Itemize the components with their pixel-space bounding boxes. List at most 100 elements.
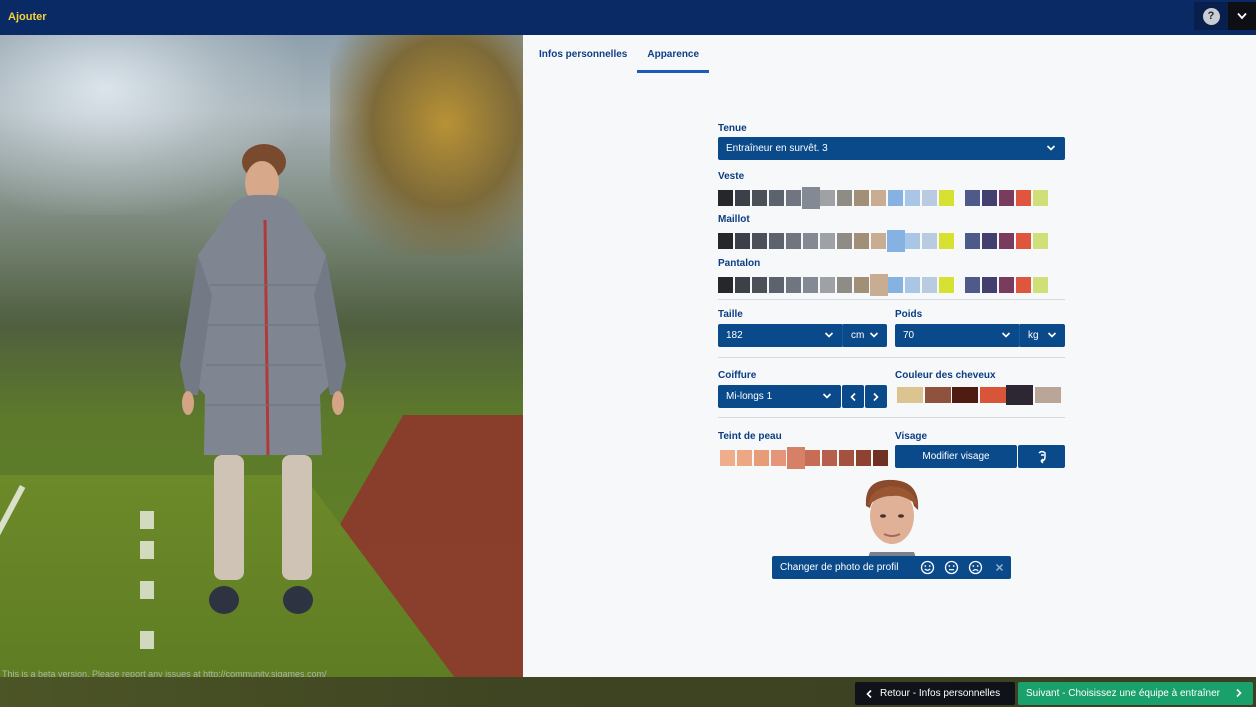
color-swatch[interactable] [982, 277, 997, 293]
help-button[interactable]: ? [1194, 2, 1228, 30]
color-swatch[interactable] [887, 230, 905, 252]
back-button[interactable]: Retour - Infos personnelles [855, 682, 1015, 705]
color-swatch[interactable] [982, 233, 997, 249]
color-swatch[interactable] [1033, 277, 1048, 293]
color-swatch[interactable] [802, 187, 820, 209]
color-swatch[interactable] [1016, 190, 1031, 206]
color-swatch[interactable] [718, 233, 733, 249]
divider [718, 417, 1065, 418]
color-swatch[interactable] [1016, 233, 1031, 249]
color-swatch[interactable] [769, 233, 784, 249]
height-unit-dropdown[interactable]: cm [842, 324, 887, 347]
color-swatch[interactable] [897, 387, 923, 403]
color-swatch[interactable] [924, 387, 951, 403]
color-swatch[interactable] [805, 450, 820, 466]
color-swatch[interactable] [769, 277, 784, 293]
color-swatch[interactable] [820, 233, 835, 249]
color-swatch[interactable] [720, 450, 735, 466]
hairstyle-next-button[interactable] [865, 385, 887, 408]
color-swatch[interactable] [786, 277, 801, 293]
color-swatch[interactable] [786, 233, 801, 249]
color-swatch[interactable] [737, 450, 752, 466]
color-swatch[interactable] [854, 190, 869, 206]
chevron-left-icon [866, 689, 872, 698]
color-swatch[interactable] [735, 233, 750, 249]
color-swatch[interactable] [999, 233, 1014, 249]
color-swatch[interactable] [922, 190, 937, 206]
color-swatch[interactable] [905, 190, 920, 206]
color-swatch[interactable] [820, 190, 835, 206]
color-swatch[interactable] [822, 450, 837, 466]
weight-unit-dropdown[interactable]: kg [1019, 324, 1065, 347]
color-swatch[interactable] [754, 450, 769, 466]
color-swatch[interactable] [1034, 387, 1061, 403]
help-icon: ? [1202, 7, 1220, 25]
color-swatch[interactable] [837, 190, 852, 206]
color-swatch[interactable] [752, 277, 767, 293]
color-swatch[interactable] [837, 277, 852, 293]
color-swatch[interactable] [718, 190, 733, 206]
color-swatch[interactable] [803, 233, 818, 249]
color-swatch[interactable] [965, 190, 980, 206]
color-swatch[interactable] [999, 190, 1014, 206]
color-swatch[interactable] [752, 190, 767, 206]
color-swatch[interactable] [939, 190, 954, 206]
weight-value-dropdown[interactable]: 70 [895, 324, 1020, 347]
color-swatch[interactable] [837, 233, 852, 249]
color-swatch[interactable] [1016, 277, 1031, 293]
color-swatch[interactable] [803, 277, 818, 293]
color-swatch[interactable] [979, 387, 1006, 403]
height-value-dropdown[interactable]: 182 [718, 324, 843, 347]
color-swatch[interactable] [839, 450, 854, 466]
color-swatch[interactable] [752, 233, 767, 249]
color-swatch[interactable] [769, 190, 784, 206]
menu-dropdown-button[interactable] [1228, 2, 1256, 30]
hairstyle-prev-button[interactable] [842, 385, 864, 408]
color-swatch[interactable] [871, 190, 886, 206]
close-icon[interactable] [992, 560, 1007, 575]
color-swatch[interactable] [856, 450, 871, 466]
color-swatch[interactable] [965, 233, 980, 249]
color-swatch[interactable] [787, 447, 805, 469]
color-swatch[interactable] [854, 233, 869, 249]
randomize-face-button[interactable] [1018, 445, 1065, 468]
color-swatch[interactable] [939, 277, 954, 293]
color-swatch[interactable] [735, 190, 750, 206]
color-swatch[interactable] [1033, 190, 1048, 206]
neutral-face-icon[interactable] [944, 560, 959, 575]
color-swatch[interactable] [854, 277, 869, 293]
color-swatch[interactable] [771, 450, 786, 466]
hairstyle-dropdown[interactable]: Mi-longs 1 [718, 385, 841, 408]
divider [718, 299, 1065, 300]
color-swatch[interactable] [786, 190, 801, 206]
randomize-icon [1037, 450, 1046, 464]
color-swatch[interactable] [982, 190, 997, 206]
color-swatch[interactable] [952, 387, 978, 403]
color-swatch[interactable] [888, 277, 903, 293]
color-swatch[interactable] [999, 277, 1014, 293]
tab-appearance[interactable]: Apparence [637, 40, 710, 73]
tab-personal-info[interactable]: Infos personnelles [539, 40, 627, 73]
avatar-preview-scene[interactable]: This is a beta version. Please report an… [0, 35, 523, 677]
change-photo-label[interactable]: Changer de photo de profil [780, 562, 898, 573]
color-swatch[interactable] [965, 277, 980, 293]
color-swatch[interactable] [870, 274, 888, 296]
color-swatch[interactable] [905, 277, 920, 293]
edit-face-button[interactable]: Modifier visage [895, 445, 1017, 468]
color-swatch[interactable] [1006, 385, 1033, 405]
happy-face-icon[interactable] [920, 560, 935, 575]
color-swatch[interactable] [939, 233, 954, 249]
color-swatch[interactable] [871, 233, 886, 249]
color-swatch[interactable] [718, 277, 733, 293]
color-swatch[interactable] [922, 233, 937, 249]
color-swatch[interactable] [735, 277, 750, 293]
sad-face-icon[interactable] [968, 560, 983, 575]
color-swatch[interactable] [873, 450, 888, 466]
color-swatch[interactable] [1033, 233, 1048, 249]
color-swatch[interactable] [820, 277, 835, 293]
next-button[interactable]: Suivant - Choisissez une équipe à entraî… [1018, 682, 1253, 705]
color-swatch[interactable] [922, 277, 937, 293]
color-swatch[interactable] [905, 233, 920, 249]
outfit-dropdown[interactable]: Entraîneur en survêt. 3 [718, 137, 1065, 160]
color-swatch[interactable] [888, 190, 903, 206]
